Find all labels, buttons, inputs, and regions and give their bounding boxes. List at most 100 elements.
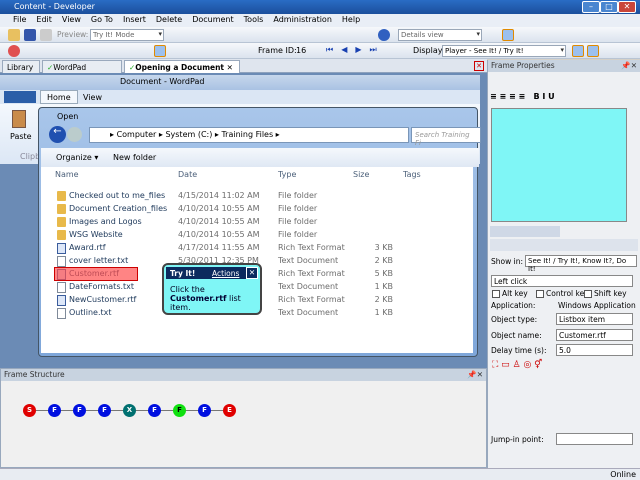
organize-button[interactable]: Organize ▾	[56, 153, 98, 162]
address-bar[interactable]: ▸ Computer ▸ System (C:) ▸ Training File…	[89, 127, 409, 143]
delay-time-select[interactable]: 5.0	[556, 344, 633, 356]
player-icon[interactable]	[572, 45, 584, 57]
save-icon[interactable]	[24, 29, 36, 41]
preview-mode-select[interactable]: Try It! Mode	[90, 29, 164, 41]
online-status: Online	[610, 470, 636, 479]
breadcrumb-computer[interactable]: Computer	[117, 130, 157, 139]
frame-node[interactable]: E	[223, 404, 236, 417]
menu-administration[interactable]: Administration	[268, 14, 337, 27]
file-row[interactable]: Document Creation_files 4/10/2014 10:55 A…	[41, 202, 473, 215]
file-size: 1 KB	[374, 282, 393, 291]
show-in-select[interactable]: See It! / Try It!, Know It?, Do It!	[525, 255, 637, 273]
file-type: Text Document	[278, 282, 339, 291]
minimize-button[interactable]: –	[582, 1, 600, 13]
menu-insert[interactable]: Insert	[118, 14, 151, 27]
action-area-toolbar[interactable]: ⛶ ▭ ♙ ◎ ⚥	[492, 360, 582, 372]
frame-structure-header: Frame Structure 📌✕	[1, 369, 486, 381]
ribbon-tab-view[interactable]: View	[83, 93, 102, 102]
action-area-highlight[interactable]	[54, 267, 138, 281]
help-icon[interactable]	[378, 29, 390, 41]
back-button[interactable]: ←	[49, 126, 66, 143]
property-tabs[interactable]	[490, 226, 560, 237]
wordpad-menu-button[interactable]	[4, 91, 36, 103]
file-name: Document Creation_files	[69, 204, 168, 213]
file-row[interactable]: Award.rtf 4/17/2014 11:55 AM Rich Text For…	[41, 241, 473, 254]
player-icon-2[interactable]	[587, 45, 599, 57]
close-button[interactable]: ✕	[618, 1, 636, 13]
frame-node[interactable]: F	[148, 404, 161, 417]
file-row[interactable]: WSG Website 4/10/2014 10:55 AM File folder	[41, 228, 473, 241]
view-select[interactable]: Details view	[398, 29, 482, 41]
menu-document[interactable]: Document	[187, 14, 238, 27]
frame-navigation-icons[interactable]: ⏮◀▶⏭	[326, 45, 385, 55]
breadcrumb-system-c[interactable]: System (C:)	[165, 130, 212, 139]
pin-close-icons[interactable]: 📌✕	[467, 370, 483, 379]
frame-node[interactable]: S	[23, 404, 36, 417]
menu-help[interactable]: Help	[337, 14, 365, 27]
menu-goto[interactable]: Go To	[86, 14, 118, 27]
column-size[interactable]: Size	[353, 170, 369, 179]
frame-node[interactable]: X	[123, 404, 136, 417]
new-folder-button[interactable]: New folder	[113, 153, 156, 162]
file-type: File folder	[278, 217, 318, 226]
frame-node[interactable]: F	[173, 404, 186, 417]
forward-button[interactable]	[67, 127, 82, 142]
column-name[interactable]: Name	[55, 170, 79, 179]
frame-node[interactable]: F	[198, 404, 211, 417]
tab-wordpad-training[interactable]: ✓WordPad Training	[42, 60, 122, 81]
file-type: Rich Text Format	[278, 269, 345, 278]
menu-delete[interactable]: Delete	[151, 14, 187, 27]
frame-icon[interactable]	[154, 45, 166, 57]
bubble-text-editor[interactable]	[491, 108, 627, 222]
column-type[interactable]: Type	[278, 170, 296, 179]
menu-tools[interactable]: Tools	[239, 14, 269, 27]
paste-icon[interactable]	[12, 110, 26, 128]
object-type-label: Object type:	[491, 315, 538, 324]
frame-node[interactable]: F	[98, 404, 111, 417]
search-input[interactable]: Search Training Fi	[411, 127, 481, 147]
frame-structure-panel: Frame Structure 📌✕ SFFFXFFFE	[0, 368, 487, 468]
maximize-button[interactable]: □	[600, 1, 618, 13]
frame-node[interactable]: F	[73, 404, 86, 417]
tab-library[interactable]: Library	[2, 60, 40, 73]
object-type-select[interactable]: Listbox item	[556, 313, 633, 325]
frame-node[interactable]: F	[48, 404, 61, 417]
layout-icon[interactable]	[502, 29, 514, 41]
paste-label[interactable]: Paste	[10, 132, 32, 141]
jump-in-point-input[interactable]	[556, 433, 633, 445]
wordpad-ribbon-tabs: Home View	[0, 90, 480, 104]
frame-properties-header: Frame Properties 📌✕	[488, 60, 640, 72]
organize-label: Organize	[56, 153, 92, 162]
breadcrumb-training-files[interactable]: Training Files	[221, 130, 273, 139]
actions-link[interactable]: Actions	[212, 269, 239, 278]
file-size: 1 KB	[374, 308, 393, 317]
menu-file[interactable]: File	[8, 14, 31, 27]
file-row[interactable]: Images and Logos 4/10/2014 10:55 AM File f…	[41, 215, 473, 228]
document-icon	[57, 243, 66, 254]
action-type-select[interactable]: Left click	[491, 275, 633, 287]
document-tabs: Library ✓WordPad Training ✓Opening a Doc…	[0, 59, 487, 81]
file-name: Checked out to me_files	[69, 191, 166, 200]
tab-opening-a-document[interactable]: ✓Opening a Document ✕	[124, 60, 240, 74]
close-tab-icon[interactable]: ✕	[227, 63, 233, 72]
file-type: Rich Text Format	[278, 295, 345, 304]
open-icon[interactable]	[8, 29, 20, 41]
menu-edit[interactable]: Edit	[31, 14, 57, 27]
format-toolbar[interactable]: ≡ ≡ ≡ ≡ B I U	[490, 92, 638, 106]
display-select[interactable]: Player - See It! / Try It!	[442, 45, 566, 57]
print-icon[interactable]	[40, 29, 52, 41]
column-date[interactable]: Date	[178, 170, 197, 179]
bubble-close-icon[interactable]: ✕	[246, 267, 258, 279]
column-tags[interactable]: Tags	[403, 170, 421, 179]
close-document-icon[interactable]: ✕	[474, 61, 484, 71]
target-icon[interactable]	[8, 45, 20, 57]
action-toolbar[interactable]	[490, 239, 638, 251]
file-row[interactable]: Checked out to me_files 4/15/2014 11:02 A…	[41, 189, 473, 202]
control-key-checkbox[interactable]: Control key	[536, 289, 589, 298]
ribbon-tab-home[interactable]: Home	[40, 90, 78, 104]
pin-close-icons[interactable]: 📌✕	[621, 61, 637, 70]
shift-key-checkbox[interactable]: Shift key	[584, 289, 627, 298]
menu-view[interactable]: View	[57, 14, 86, 27]
alt-key-checkbox[interactable]: Alt key	[492, 289, 528, 298]
object-name-input[interactable]: Customer.rtf	[556, 329, 633, 341]
